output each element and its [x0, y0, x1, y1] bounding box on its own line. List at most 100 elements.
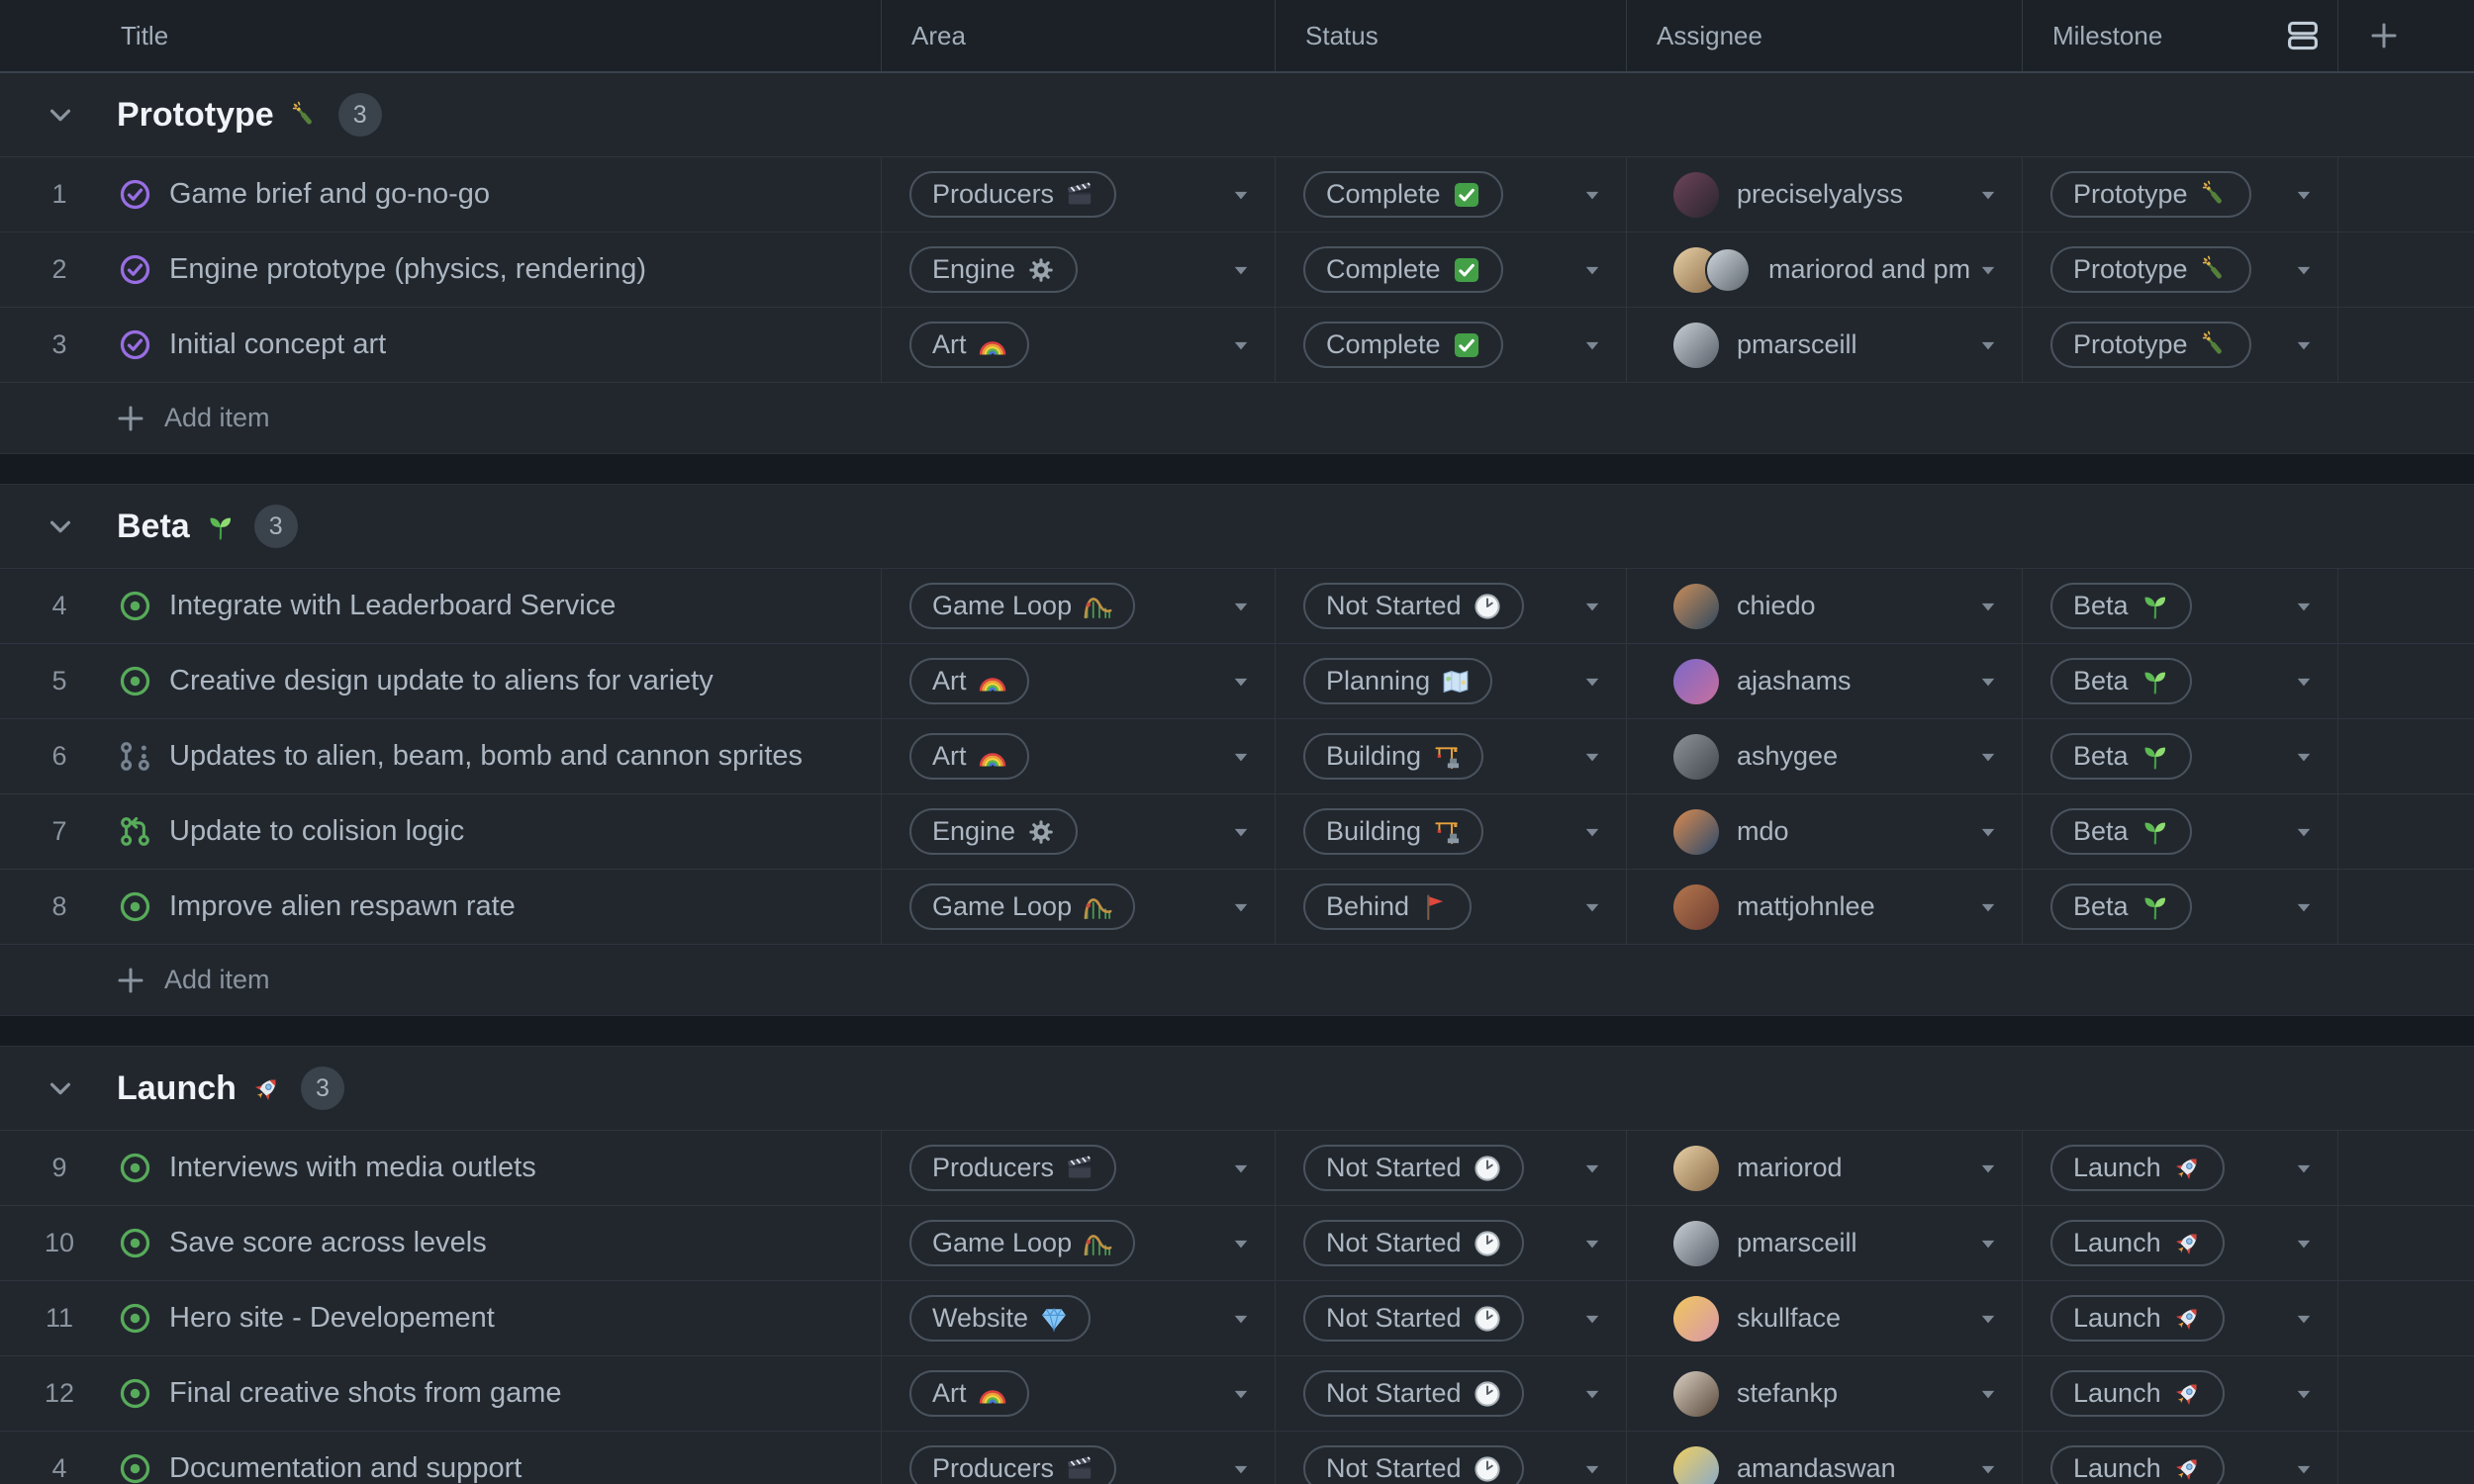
- issue-open-icon: [119, 1377, 151, 1410]
- seedling-icon: [2141, 817, 2169, 846]
- area-cell[interactable]: Website: [881, 1281, 1275, 1355]
- milestone-cell[interactable]: Beta: [2022, 569, 2337, 643]
- status-cell[interactable]: Complete: [1275, 308, 1626, 382]
- milestone-cell[interactable]: Beta: [2022, 644, 2337, 718]
- assignee-cell[interactable]: stefankp: [1626, 1356, 2022, 1431]
- avatar-stack: [1673, 1145, 1719, 1191]
- milestone-cell[interactable]: Prototype: [2022, 157, 2337, 232]
- caret-down-icon: [1231, 1459, 1251, 1479]
- pill-label: Building: [1326, 816, 1422, 846]
- add-item-button[interactable]: Add item: [0, 944, 2474, 1015]
- status-cell[interactable]: Complete: [1275, 157, 1626, 232]
- item-title[interactable]: Creative design update to aliens for var…: [169, 665, 714, 697]
- milestone-cell[interactable]: Launch: [2022, 1131, 2337, 1205]
- pill-label: Not Started: [1326, 591, 1462, 620]
- column-header-area[interactable]: Area: [881, 0, 1275, 71]
- assignee-cell[interactable]: mdo: [1626, 794, 2022, 869]
- add-item-button[interactable]: Add item: [0, 382, 2474, 453]
- milestone-cell[interactable]: Launch: [2022, 1206, 2337, 1280]
- caret-down-icon: [2294, 1384, 2314, 1404]
- assignee-cell[interactable]: mattjohnlee: [1626, 870, 2022, 944]
- milestone-cell[interactable]: Launch: [2022, 1281, 2337, 1355]
- table-row: 1 Game brief and go-no-go Producers Comp…: [0, 156, 2474, 232]
- item-title[interactable]: Update to colision logic: [169, 815, 464, 848]
- area-cell[interactable]: Art: [881, 719, 1275, 793]
- area-cell[interactable]: Art: [881, 1356, 1275, 1431]
- status-cell[interactable]: Not Started: [1275, 1432, 1626, 1484]
- status-cell[interactable]: Building: [1275, 794, 1626, 869]
- area-cell[interactable]: Producers: [881, 157, 1275, 232]
- assignee-cell[interactable]: pmarsceill: [1626, 308, 2022, 382]
- milestone-cell[interactable]: Launch: [2022, 1432, 2337, 1484]
- chevron-down-icon[interactable]: [46, 511, 75, 541]
- milestone-cell[interactable]: Prototype: [2022, 308, 2337, 382]
- item-title[interactable]: Updates to alien, beam, bomb and cannon …: [169, 740, 803, 773]
- row-number: 2: [51, 254, 67, 284]
- item-title[interactable]: Game brief and go-no-go: [169, 178, 490, 211]
- milestone-cell[interactable]: Beta: [2022, 719, 2337, 793]
- area-cell[interactable]: Game Loop: [881, 870, 1275, 944]
- avatar: [1673, 808, 1719, 855]
- status-cell[interactable]: Not Started: [1275, 1281, 1626, 1355]
- pill-label: Art: [932, 666, 967, 696]
- status-cell[interactable]: Building: [1275, 719, 1626, 793]
- assignee-name: mdo: [1737, 816, 1789, 846]
- assignee-cell[interactable]: skullface: [1626, 1281, 2022, 1355]
- item-title[interactable]: Final creative shots from game: [169, 1377, 561, 1410]
- table-row: 4 Documentation and support Producers No…: [0, 1431, 2474, 1484]
- assignee-cell[interactable]: pmarsceill: [1626, 1206, 2022, 1280]
- area-cell[interactable]: Engine: [881, 232, 1275, 307]
- chevron-down-icon[interactable]: [46, 100, 75, 130]
- item-title[interactable]: Documentation and support: [169, 1452, 522, 1484]
- column-header-title[interactable]: Title: [0, 0, 881, 71]
- item-title[interactable]: Improve alien respawn rate: [169, 890, 516, 923]
- assignee-cell[interactable]: mariorod and pm: [1626, 232, 2022, 307]
- area-cell[interactable]: Art: [881, 308, 1275, 382]
- status-cell[interactable]: Complete: [1275, 232, 1626, 307]
- item-title[interactable]: Initial concept art: [169, 328, 386, 361]
- caret-down-icon: [2294, 260, 2314, 280]
- item-title[interactable]: Save score across levels: [169, 1227, 487, 1259]
- rows-layout-icon[interactable]: [2286, 19, 2320, 52]
- area-cell[interactable]: Producers: [881, 1131, 1275, 1205]
- empty-cell: [2337, 794, 2474, 869]
- item-title[interactable]: Integrate with Leaderboard Service: [169, 590, 616, 622]
- status-cell[interactable]: Behind: [1275, 870, 1626, 944]
- empty-cell: [2337, 644, 2474, 718]
- status-cell[interactable]: Not Started: [1275, 569, 1626, 643]
- assignee-cell[interactable]: amandaswan: [1626, 1432, 2022, 1484]
- assignee-cell[interactable]: preciselyalyss: [1626, 157, 2022, 232]
- milestone-cell[interactable]: Beta: [2022, 870, 2337, 944]
- status-cell[interactable]: Not Started: [1275, 1131, 1626, 1205]
- rocket-icon: [2173, 1229, 2202, 1257]
- area-cell[interactable]: Art: [881, 644, 1275, 718]
- add-item-label: Add item: [164, 403, 270, 432]
- assignee-cell[interactable]: mariorod: [1626, 1131, 2022, 1205]
- assignee-cell[interactable]: ajashams: [1626, 644, 2022, 718]
- area-cell[interactable]: Producers: [881, 1432, 1275, 1484]
- assignee-cell[interactable]: chiedo: [1626, 569, 2022, 643]
- status-cell[interactable]: Not Started: [1275, 1356, 1626, 1431]
- seedling-icon: [2141, 892, 2169, 921]
- area-cell[interactable]: Game Loop: [881, 1206, 1275, 1280]
- milestone-cell[interactable]: Launch: [2022, 1356, 2337, 1431]
- chevron-down-icon[interactable]: [46, 1073, 75, 1103]
- item-title[interactable]: Engine prototype (physics, rendering): [169, 253, 646, 286]
- item-title[interactable]: Hero site - Developement: [169, 1302, 495, 1335]
- pill-label: Game Loop: [932, 1228, 1073, 1257]
- column-header-milestone[interactable]: Milestone: [2022, 0, 2337, 71]
- assignee-cell[interactable]: ashygee: [1626, 719, 2022, 793]
- area-cell[interactable]: Game Loop: [881, 569, 1275, 643]
- item-title[interactable]: Interviews with media outlets: [169, 1152, 536, 1184]
- milestone-cell[interactable]: Prototype: [2022, 232, 2337, 307]
- pill-label: Not Started: [1326, 1378, 1462, 1408]
- area-cell[interactable]: Engine: [881, 794, 1275, 869]
- milestone-cell[interactable]: Beta: [2022, 794, 2337, 869]
- add-field-button[interactable]: [2337, 0, 2474, 71]
- status-cell[interactable]: Not Started: [1275, 1206, 1626, 1280]
- status-cell[interactable]: Planning: [1275, 644, 1626, 718]
- table-row: 11 Hero site - Developement Website Not …: [0, 1280, 2474, 1355]
- pill-label: Beta: [2073, 666, 2129, 696]
- column-header-assignee[interactable]: Assignee: [1626, 0, 2022, 71]
- column-header-status[interactable]: Status: [1275, 0, 1626, 71]
